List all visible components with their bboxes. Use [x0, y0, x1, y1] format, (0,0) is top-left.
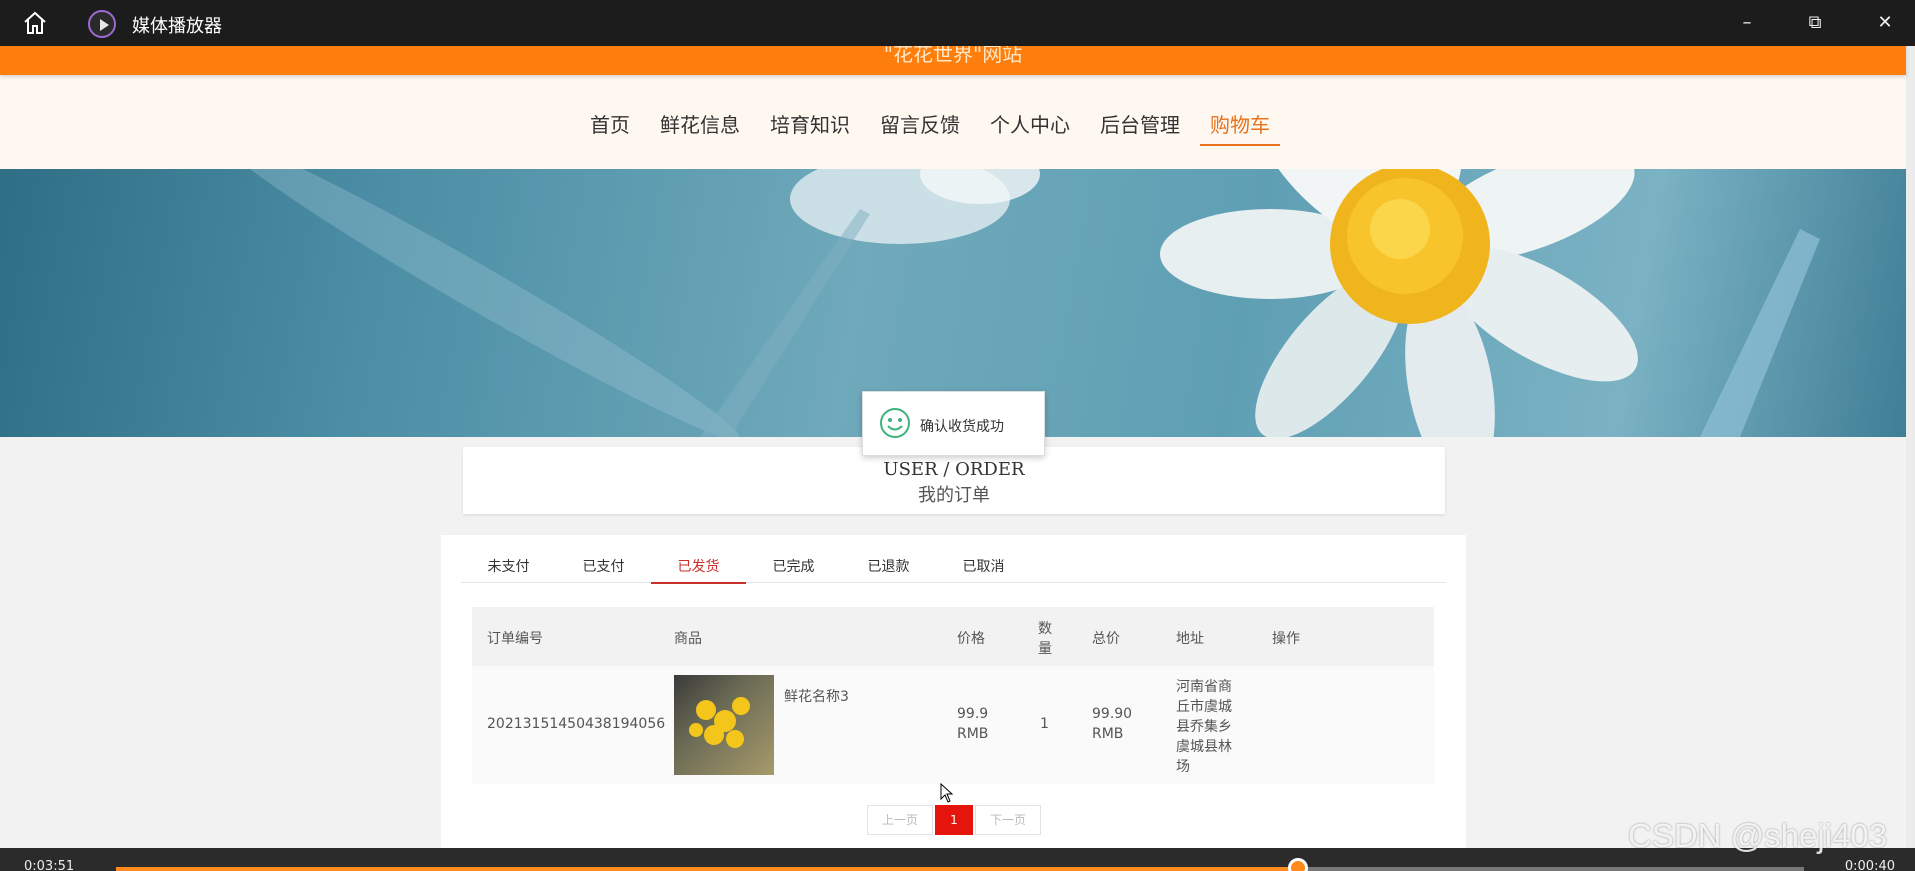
- minimize-button[interactable]: –: [1732, 8, 1762, 38]
- home-icon[interactable]: [22, 10, 48, 36]
- tab-order-status[interactable]: 已完成: [746, 551, 841, 582]
- header-price: 价格: [957, 631, 985, 647]
- nav-item[interactable]: 培育知识: [770, 109, 850, 146]
- tab-order-status[interactable]: 已取消: [936, 551, 1031, 582]
- address-line: 县乔集乡: [1176, 719, 1232, 735]
- toast-message: 确认收货成功: [862, 391, 1045, 456]
- order-status-tabs: 未支付 已支付 已发货 已完成 已退款 已取消: [461, 551, 1446, 584]
- seek-bar-fill: [116, 867, 1298, 871]
- next-page-button[interactable]: 下一页: [975, 805, 1041, 835]
- address-line: 虞城县林: [1176, 739, 1232, 755]
- tab-order-status[interactable]: 未支付: [461, 551, 556, 582]
- player-titlebar: 媒体播放器 – ⧉ ✕: [0, 0, 1915, 46]
- nav-item[interactable]: 个人中心: [990, 109, 1070, 146]
- restore-button[interactable]: ⧉: [1800, 8, 1830, 38]
- page-1-button[interactable]: 1: [935, 805, 973, 835]
- header-qty-2: 量: [1038, 641, 1052, 657]
- seek-handle[interactable]: [1287, 858, 1308, 871]
- player-title: 媒体播放器: [132, 16, 222, 37]
- watermark: CSDN @sheji403: [1628, 817, 1888, 854]
- tab-order-status[interactable]: 已退款: [841, 551, 936, 582]
- header-order-no: 订单编号: [487, 631, 543, 647]
- nav-item[interactable]: 购物车: [1200, 109, 1280, 146]
- total-value: 99.90: [1092, 706, 1133, 722]
- orders-table: 订单编号 商品 价格 数 量 总价 地址 操作 2021315145043819…: [472, 607, 1434, 784]
- nav-item[interactable]: 留言反馈: [880, 109, 960, 146]
- header-total: 总价: [1092, 631, 1120, 647]
- header-qty-1: 数: [1038, 621, 1052, 637]
- toast-text: 确认收货成功: [920, 419, 1004, 435]
- address-line: 丘市虞城: [1176, 699, 1232, 715]
- qty: 1: [1040, 716, 1049, 732]
- prev-page-button[interactable]: 上一页: [867, 805, 933, 835]
- page-title-en: USER / ORDER: [883, 459, 1025, 480]
- nav-item[interactable]: 首页: [590, 109, 630, 146]
- time-remaining: 0:00:40: [1844, 859, 1895, 871]
- total-unit: RMB: [1092, 726, 1124, 742]
- goods-thumbnail[interactable]: [674, 675, 774, 775]
- header-goods: 商品: [674, 631, 702, 647]
- goods-name[interactable]: 鲜花名称3: [784, 686, 849, 706]
- time-elapsed: 0:03:51: [24, 859, 75, 871]
- price-unit: RMB: [957, 726, 989, 742]
- price-value: 99.9: [957, 706, 989, 722]
- table-row: 20213151450438194056 鲜花名称3 99.9 RMB 1 99…: [472, 666, 1434, 784]
- tab-order-status[interactable]: 已发货: [651, 551, 746, 584]
- mouse-cursor-icon: [940, 783, 954, 803]
- page-title-zh: 我的订单: [918, 485, 990, 506]
- page-scrollbar[interactable]: [1906, 28, 1915, 848]
- address-line: 河南省商: [1176, 679, 1232, 695]
- media-player-icon: [88, 10, 116, 38]
- main-nav: 首页 鲜花信息 培育知识 留言反馈 个人中心 后台管理 购物车: [0, 75, 1906, 169]
- table-header: 订单编号 商品 价格 数 量 总价 地址 操作: [472, 607, 1434, 666]
- tab-order-status[interactable]: 已支付: [556, 551, 651, 582]
- header-address: 地址: [1176, 631, 1204, 647]
- page-title-card: USER / ORDER 我的订单: [463, 447, 1445, 514]
- orders-panel: 未支付 已支付 已发货 已完成 已退款 已取消 订单编号 商品 价格 数 量 总价 地址 …: [441, 535, 1466, 855]
- nav-item[interactable]: 后台管理: [1100, 109, 1180, 146]
- nav-item[interactable]: 鲜花信息: [660, 109, 740, 146]
- smile-icon: [880, 408, 910, 438]
- order-no: 20213151450438194056: [487, 716, 666, 732]
- pagination: 上一页 1 下一页: [867, 805, 1043, 835]
- seek-bar[interactable]: [116, 867, 1804, 871]
- header-action: 操作: [1272, 631, 1300, 647]
- close-button[interactable]: ✕: [1870, 8, 1900, 38]
- address-line: 场: [1176, 759, 1190, 775]
